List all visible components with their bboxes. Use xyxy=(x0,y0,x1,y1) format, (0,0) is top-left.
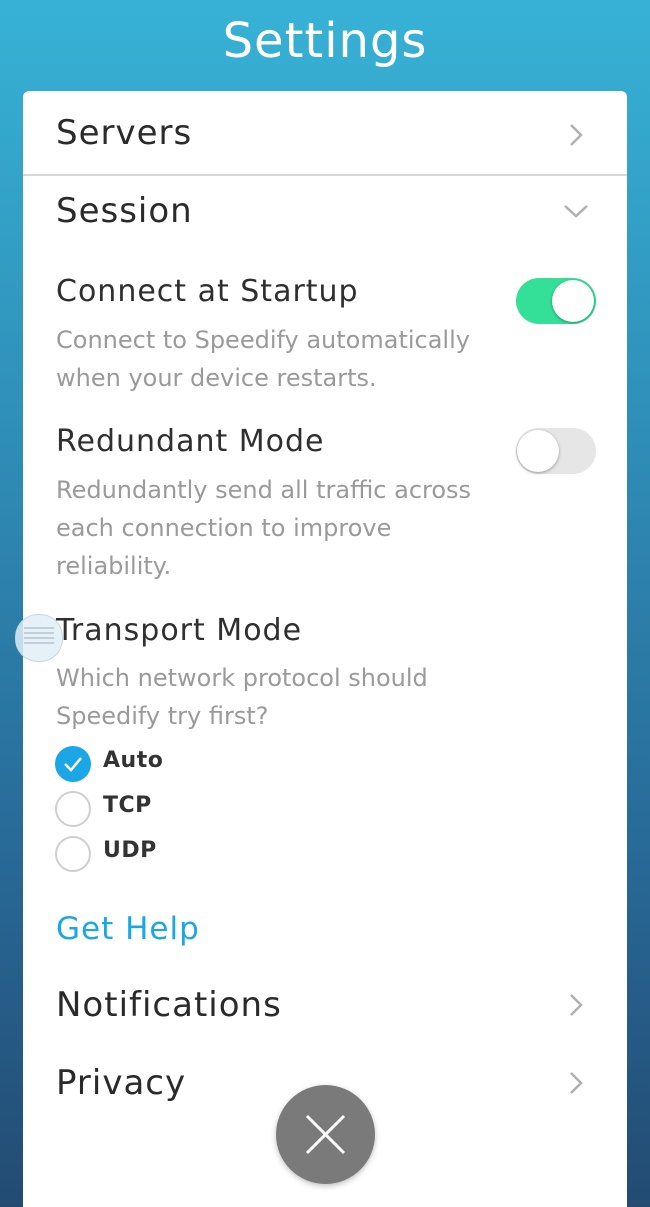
radio-checked xyxy=(55,746,91,782)
settings-card: Servers Session Connect at Startup Conne… xyxy=(23,91,627,1207)
servers-row[interactable]: Servers xyxy=(23,91,627,176)
transport-option-label: UDP xyxy=(103,838,157,863)
radio-unchecked xyxy=(55,836,91,872)
get-help-link[interactable]: Get Help xyxy=(56,911,200,947)
notifications-label: Notifications xyxy=(56,985,282,1025)
toggle-knob xyxy=(552,280,594,322)
floating-overlay-bubble[interactable] xyxy=(15,614,63,662)
page-title: Settings xyxy=(222,13,428,69)
redundant-mode-toggle[interactable] xyxy=(516,428,596,474)
chevron-down-icon xyxy=(563,203,589,221)
connect-at-startup-title: Connect at Startup xyxy=(56,274,359,309)
connect-at-startup-toggle[interactable] xyxy=(516,278,596,324)
notifications-row[interactable]: Notifications xyxy=(23,971,627,1043)
transport-option-udp[interactable]: UDP xyxy=(55,836,255,872)
session-row[interactable]: Session xyxy=(23,177,627,253)
bubble-content xyxy=(24,627,54,647)
chevron-right-icon xyxy=(567,993,585,1016)
chevron-right-icon xyxy=(567,1071,585,1094)
privacy-label: Privacy xyxy=(56,1063,187,1103)
chevron-right-icon xyxy=(567,123,585,146)
connect-at-startup-description: Connect to Speedify automatically when y… xyxy=(56,326,470,392)
radio-unchecked xyxy=(55,791,91,827)
close-button[interactable] xyxy=(276,1085,375,1184)
transport-option-auto[interactable]: Auto xyxy=(55,746,255,782)
close-icon xyxy=(305,1114,346,1155)
session-label: Session xyxy=(56,191,193,231)
toggle-knob xyxy=(517,430,559,472)
transport-option-label: TCP xyxy=(103,793,152,818)
check-icon xyxy=(64,757,82,772)
divider xyxy=(23,174,627,176)
transport-mode-description: Which network protocol should Speedify t… xyxy=(56,664,428,730)
redundant-mode-title: Redundant Mode xyxy=(56,424,325,459)
transport-mode-title: Transport Mode xyxy=(56,613,303,648)
servers-label: Servers xyxy=(56,113,193,153)
transport-option-label: Auto xyxy=(103,748,164,773)
redundant-mode-description: Redundantly send all traffic across each… xyxy=(56,476,472,580)
transport-option-tcp[interactable]: TCP xyxy=(55,791,255,827)
